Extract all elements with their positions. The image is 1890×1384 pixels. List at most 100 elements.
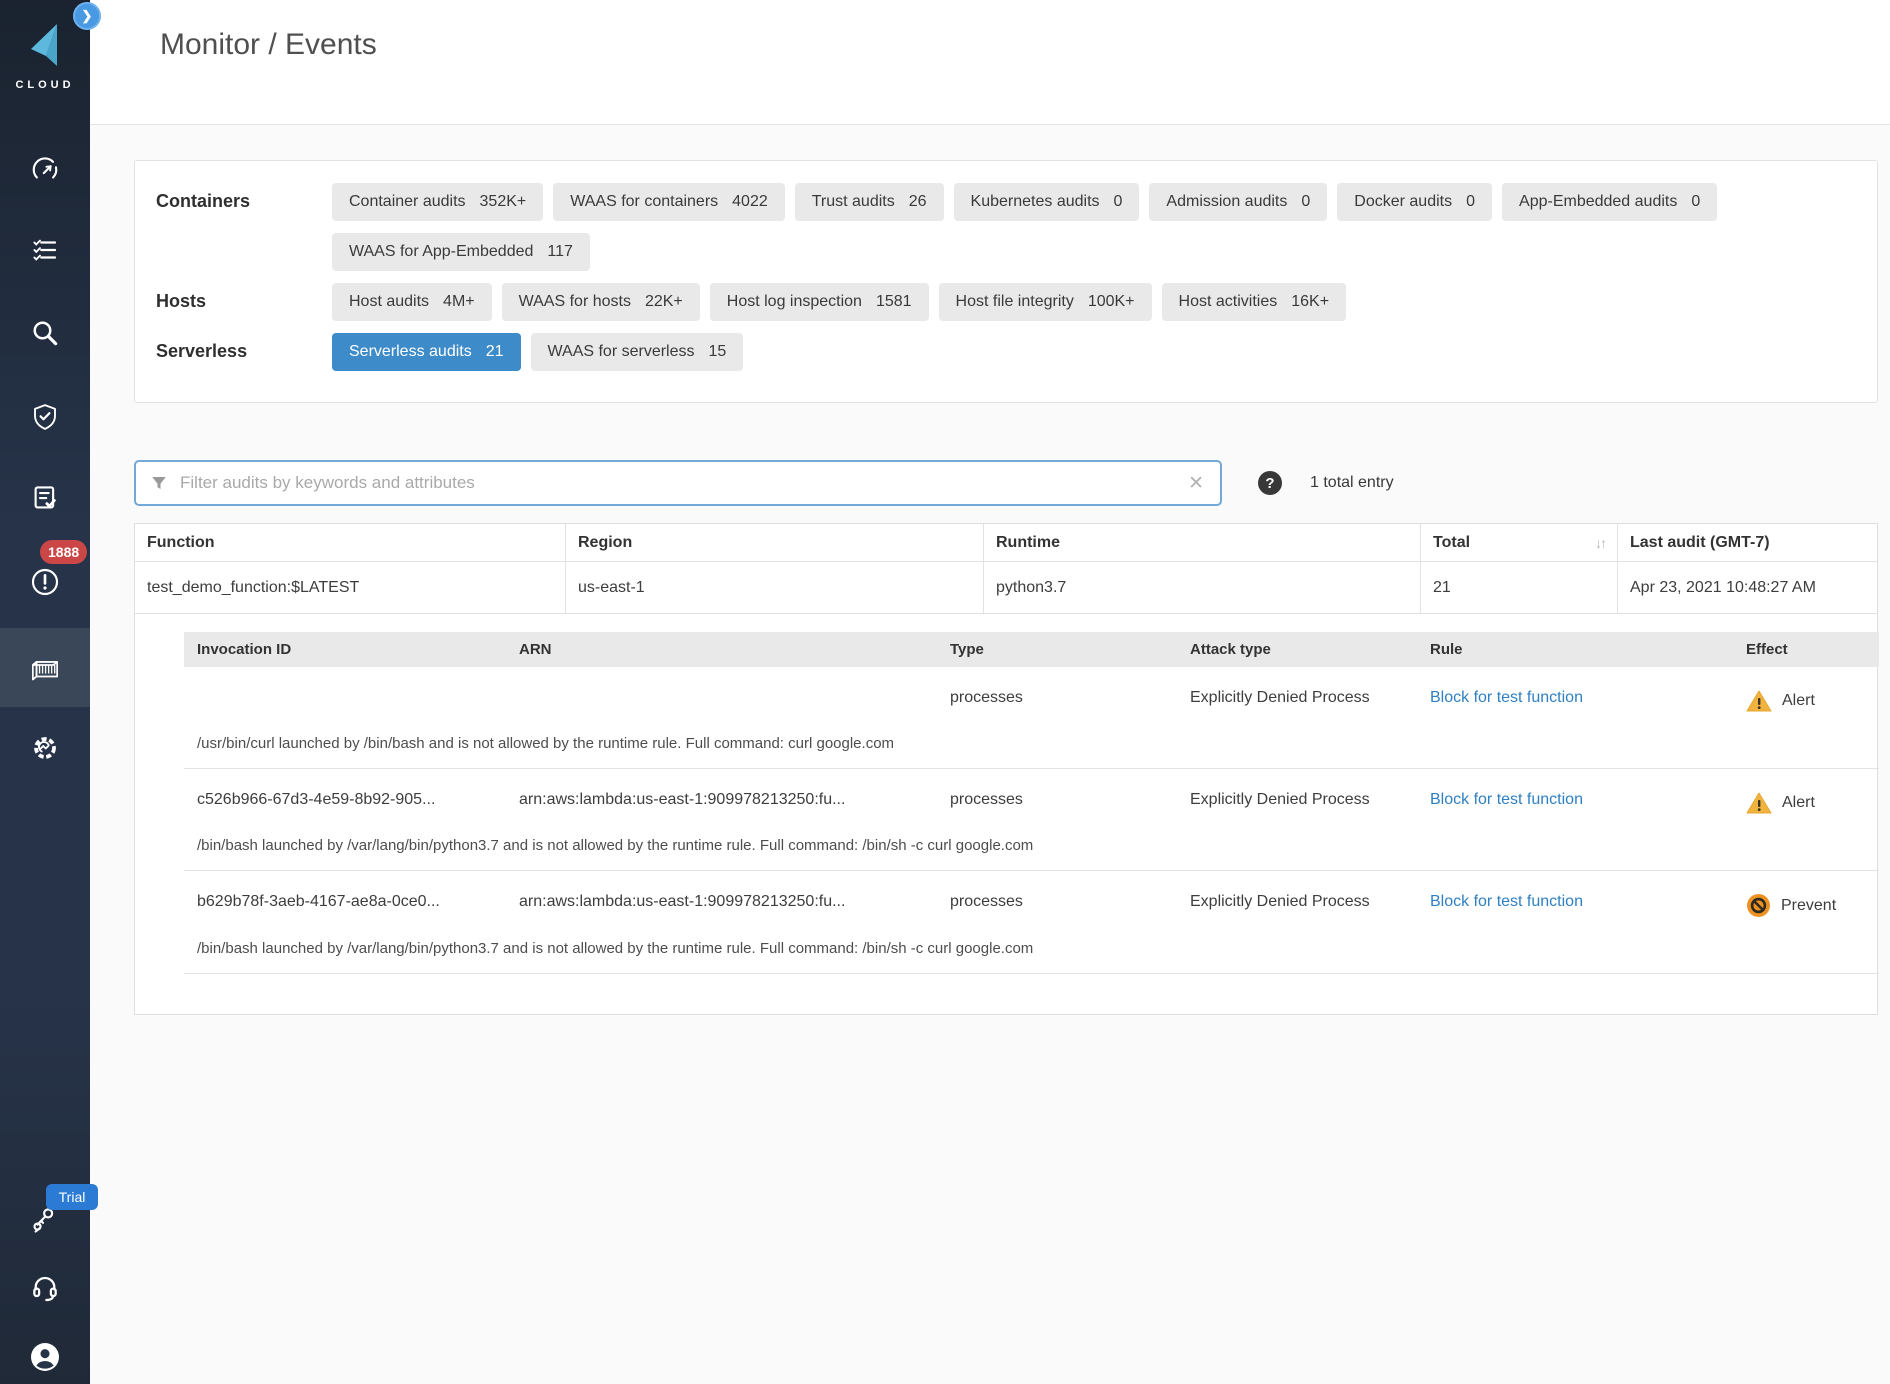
account-person-icon bbox=[29, 1341, 61, 1373]
alerts-count-badge: 1888 bbox=[40, 540, 87, 564]
cell-arn bbox=[506, 689, 937, 713]
alert-warning-icon bbox=[1746, 791, 1772, 815]
sidebar-item-settings[interactable] bbox=[0, 719, 90, 777]
col-effect: Effect bbox=[1733, 632, 1879, 667]
cell-invocation-id: b629b78f-3aeb-4167-ae8a-0ce0... bbox=[184, 893, 506, 918]
chip-trust-audits[interactable]: Trust audits26 bbox=[795, 183, 944, 221]
chip-waas-for-app-embedded[interactable]: WAAS for App-Embedded117 bbox=[332, 233, 590, 271]
brand-logo[interactable]: CLOUD bbox=[0, 22, 90, 91]
alerts-exclamation-icon bbox=[29, 566, 61, 598]
expanded-audits-section: Invocation ID ARN Type Attack type Rule … bbox=[135, 614, 1877, 1014]
group-label: Containers bbox=[156, 183, 332, 271]
audits-table: Invocation ID ARN Type Attack type Rule … bbox=[184, 632, 1879, 974]
effect-label: Prevent bbox=[1781, 897, 1836, 915]
sidebar: CLOUD bbox=[0, 0, 90, 1384]
cell-runtime: python3.7 bbox=[984, 562, 1421, 613]
chip-group-hosts: Hosts Host audits4M+ WAAS for hosts22K+ … bbox=[156, 283, 1857, 321]
chip-container-audits[interactable]: Container audits352K+ bbox=[332, 183, 543, 221]
sidebar-item-compliance[interactable] bbox=[0, 388, 90, 446]
cell-invocation-id: c526b966-67d3-4e59-8b92-905... bbox=[184, 791, 506, 815]
prevent-block-icon bbox=[1746, 893, 1771, 918]
compliance-shield-icon bbox=[30, 402, 60, 432]
col-total[interactable]: Total ↓↑ bbox=[1421, 524, 1618, 561]
total-entries-label: 1 total entry bbox=[1310, 474, 1394, 492]
alert-warning-icon bbox=[1746, 689, 1772, 713]
rule-link[interactable]: Block for test function bbox=[1430, 893, 1583, 910]
col-runtime[interactable]: Runtime bbox=[984, 524, 1421, 561]
sidebar-expand-button[interactable]: ❯ bbox=[73, 2, 101, 30]
funnel-filter-icon bbox=[150, 474, 168, 492]
audit-row: processes Explicitly Denied Process Bloc… bbox=[184, 667, 1879, 769]
cell-invocation-id bbox=[184, 689, 506, 713]
rule-link[interactable]: Block for test function bbox=[1430, 689, 1583, 706]
chip-group-serverless: Serverless Serverless audits21 WAAS for … bbox=[156, 333, 1857, 371]
sidebar-item-dashboard[interactable] bbox=[0, 141, 90, 199]
help-icon[interactable]: ? bbox=[1258, 471, 1282, 495]
col-function[interactable]: Function bbox=[135, 524, 566, 561]
col-type: Type bbox=[937, 632, 1177, 667]
group-label: Hosts bbox=[156, 283, 332, 321]
prisma-triangle-icon bbox=[19, 22, 71, 68]
chevron-right-icon: ❯ bbox=[82, 8, 93, 24]
filter-audits-input[interactable] bbox=[180, 473, 1186, 493]
cell-attack-type: Explicitly Denied Process bbox=[1177, 791, 1417, 815]
chip-host-audits[interactable]: Host audits4M+ bbox=[332, 283, 492, 321]
col-last-audit[interactable]: Last audit (GMT-7) bbox=[1618, 524, 1877, 561]
col-invocation-id: Invocation ID bbox=[184, 632, 506, 667]
chip-app-embedded-audits[interactable]: App-Embedded audits0 bbox=[1502, 183, 1717, 221]
group-label: Serverless bbox=[156, 333, 332, 371]
chip-host-log-inspection[interactable]: Host log inspection1581 bbox=[710, 283, 929, 321]
filter-input-box[interactable]: ✕ bbox=[134, 460, 1222, 506]
sort-icon[interactable]: ↓↑ bbox=[1595, 535, 1605, 551]
app-screen: CLOUD bbox=[0, 0, 1890, 1384]
cell-region: us-east-1 bbox=[566, 562, 984, 613]
cell-type: processes bbox=[937, 689, 1177, 713]
filter-row: ✕ ? 1 total entry bbox=[134, 460, 1878, 506]
trial-badge: Trial bbox=[46, 1184, 98, 1210]
audit-message: /bin/bash launched by /var/lang/bin/pyth… bbox=[184, 924, 1879, 973]
policies-checklist-icon bbox=[30, 235, 60, 265]
effect-label: Alert bbox=[1782, 692, 1815, 710]
chip-admission-audits[interactable]: Admission audits0 bbox=[1149, 183, 1327, 221]
search-icon bbox=[30, 318, 60, 348]
effect-label: Alert bbox=[1782, 794, 1815, 812]
chip-group-containers: Containers Container audits352K+ WAAS fo… bbox=[156, 183, 1857, 271]
logs-document-icon bbox=[30, 483, 60, 513]
cell-total: 21 bbox=[1421, 562, 1618, 613]
cell-arn: arn:aws:lambda:us-east-1:909978213250:fu… bbox=[506, 893, 937, 918]
containers-icon bbox=[28, 653, 62, 683]
sidebar-item-support[interactable] bbox=[0, 1259, 90, 1317]
audit-row: c526b966-67d3-4e59-8b92-905... arn:aws:l… bbox=[184, 769, 1879, 871]
cell-attack-type: Explicitly Denied Process bbox=[1177, 689, 1417, 713]
top-header: Monitor / Events bbox=[90, 0, 1890, 125]
cell-type: processes bbox=[937, 791, 1177, 815]
clear-filter-icon[interactable]: ✕ bbox=[1186, 472, 1206, 495]
col-attack-type: Attack type bbox=[1177, 632, 1417, 667]
sidebar-item-policies[interactable] bbox=[0, 221, 90, 279]
chip-waas-for-containers[interactable]: WAAS for containers4022 bbox=[553, 183, 785, 221]
sidebar-item-account[interactable] bbox=[0, 1328, 90, 1384]
chip-host-file-integrity[interactable]: Host file integrity100K+ bbox=[939, 283, 1152, 321]
sidebar-item-search[interactable] bbox=[0, 304, 90, 362]
audits-table-header: Invocation ID ARN Type Attack type Rule … bbox=[184, 632, 1879, 667]
audit-row: b629b78f-3aeb-4167-ae8a-0ce0... arn:aws:… bbox=[184, 871, 1879, 974]
functions-table: Function Region Runtime Total ↓↑ Last au… bbox=[134, 523, 1878, 1015]
sidebar-item-containers[interactable] bbox=[0, 639, 90, 697]
audit-type-filter-card: Containers Container audits352K+ WAAS fo… bbox=[134, 160, 1878, 403]
col-arn: ARN bbox=[506, 632, 937, 667]
sidebar-item-logs[interactable] bbox=[0, 469, 90, 527]
chip-waas-for-hosts[interactable]: WAAS for hosts22K+ bbox=[502, 283, 700, 321]
chip-host-activities[interactable]: Host activities16K+ bbox=[1162, 283, 1347, 321]
chip-kubernetes-audits[interactable]: Kubernetes audits0 bbox=[954, 183, 1140, 221]
cell-attack-type: Explicitly Denied Process bbox=[1177, 893, 1417, 918]
cell-type: processes bbox=[937, 893, 1177, 918]
brand-logo-text: CLOUD bbox=[0, 79, 90, 91]
chip-serverless-audits-selected[interactable]: Serverless audits21 bbox=[332, 333, 521, 371]
rule-link[interactable]: Block for test function bbox=[1430, 791, 1583, 808]
audit-message: /bin/bash launched by /var/lang/bin/pyth… bbox=[184, 821, 1879, 870]
cell-function: test_demo_function:$LATEST bbox=[135, 562, 566, 613]
chip-waas-for-serverless[interactable]: WAAS for serverless15 bbox=[531, 333, 744, 371]
chip-docker-audits[interactable]: Docker audits0 bbox=[1337, 183, 1492, 221]
function-row[interactable]: test_demo_function:$LATEST us-east-1 pyt… bbox=[135, 562, 1877, 614]
col-region[interactable]: Region bbox=[566, 524, 984, 561]
